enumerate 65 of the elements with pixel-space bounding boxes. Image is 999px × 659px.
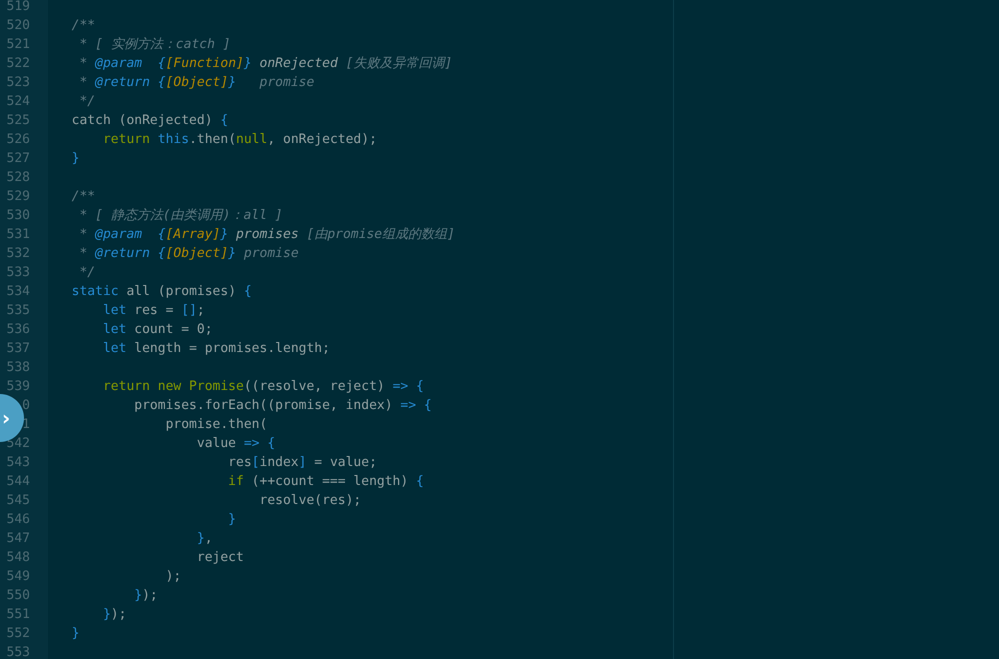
code-line: resolve(res); <box>258 492 362 510</box>
line-number: 543 <box>6 455 30 470</box>
code-line: let length = promises.length; <box>102 340 330 358</box>
line-number: 525 <box>6 113 30 128</box>
line-number: 1 <box>22 417 30 432</box>
line-number: 0 <box>22 398 30 413</box>
line-number: 523 <box>6 75 30 90</box>
line-number: 521 <box>6 37 30 52</box>
line-number: 545 <box>6 493 30 508</box>
line-number: 534 <box>6 284 30 299</box>
code-line: * @return {[Object]} promise <box>78 245 299 263</box>
line-number: 546 <box>6 512 30 527</box>
line-number: 537 <box>6 341 30 356</box>
code-line: value => { <box>196 435 276 453</box>
line-number: 524 <box>6 94 30 109</box>
line-number: 533 <box>6 265 30 280</box>
code-line: static all (promises) { <box>70 283 252 301</box>
code-line: ); <box>164 568 182 586</box>
code-line: */ <box>78 264 96 282</box>
line-number: 547 <box>6 531 30 546</box>
code-line: * @param {[Array]} promises [由promise组成的数组] <box>78 226 455 244</box>
line-number: 520 <box>6 18 30 33</box>
code-line: promises.forEach((promise, index) => { <box>133 397 432 415</box>
code-line: /** <box>70 17 96 35</box>
code-line: return this.then(null, onRejected); <box>102 131 377 149</box>
code-line: * [ 实例方法：catch ] <box>78 36 231 54</box>
code-line: */ <box>78 93 96 111</box>
line-number: 532 <box>6 246 30 261</box>
code-line: if (++count === length) { <box>227 473 424 491</box>
code-line: } <box>227 511 236 529</box>
line-number: 526 <box>6 132 30 147</box>
line-number: 544 <box>6 474 30 489</box>
code-line: let res = []; <box>102 302 205 320</box>
code-line: reject <box>196 549 244 567</box>
line-number: 528 <box>6 170 30 185</box>
code-line: } <box>70 625 80 643</box>
line-number: 522 <box>6 56 30 71</box>
line-number: 535 <box>6 303 30 318</box>
line-number: 539 <box>6 379 30 394</box>
code-line: return new Promise((resolve, reject) => { <box>102 378 424 396</box>
code-line: * [ 静态方法(由类调用)：all ] <box>78 207 283 225</box>
line-number: 549 <box>6 569 30 584</box>
line-number: 529 <box>6 189 30 204</box>
line-number: 548 <box>6 550 30 565</box>
line-number: 553 <box>6 645 30 659</box>
line-number: 527 <box>6 151 30 166</box>
code-line: } <box>70 150 80 168</box>
code-line: * @return {[Object]} promise <box>78 74 314 92</box>
code-line: /** <box>70 188 96 206</box>
line-number: 551 <box>6 607 30 622</box>
line-number: 550 <box>6 588 30 603</box>
line-number: 536 <box>6 322 30 337</box>
line-number: 519 <box>6 0 30 14</box>
code-line: * @param {[Function]} onRejected [失败及异常回调] <box>78 55 452 73</box>
code-line: let count = 0; <box>102 321 213 339</box>
line-number: 538 <box>6 360 30 375</box>
line-number: 552 <box>6 626 30 641</box>
line-number: 531 <box>6 227 30 242</box>
code-line: promise.then( <box>164 416 268 434</box>
line-number: 530 <box>6 208 30 223</box>
code-line: res[index] = value; <box>227 454 377 472</box>
code-line: }); <box>102 606 126 624</box>
code-line: }); <box>133 587 158 605</box>
code-line: catch (onRejected) { <box>70 112 228 130</box>
code-line: }, <box>196 530 213 548</box>
